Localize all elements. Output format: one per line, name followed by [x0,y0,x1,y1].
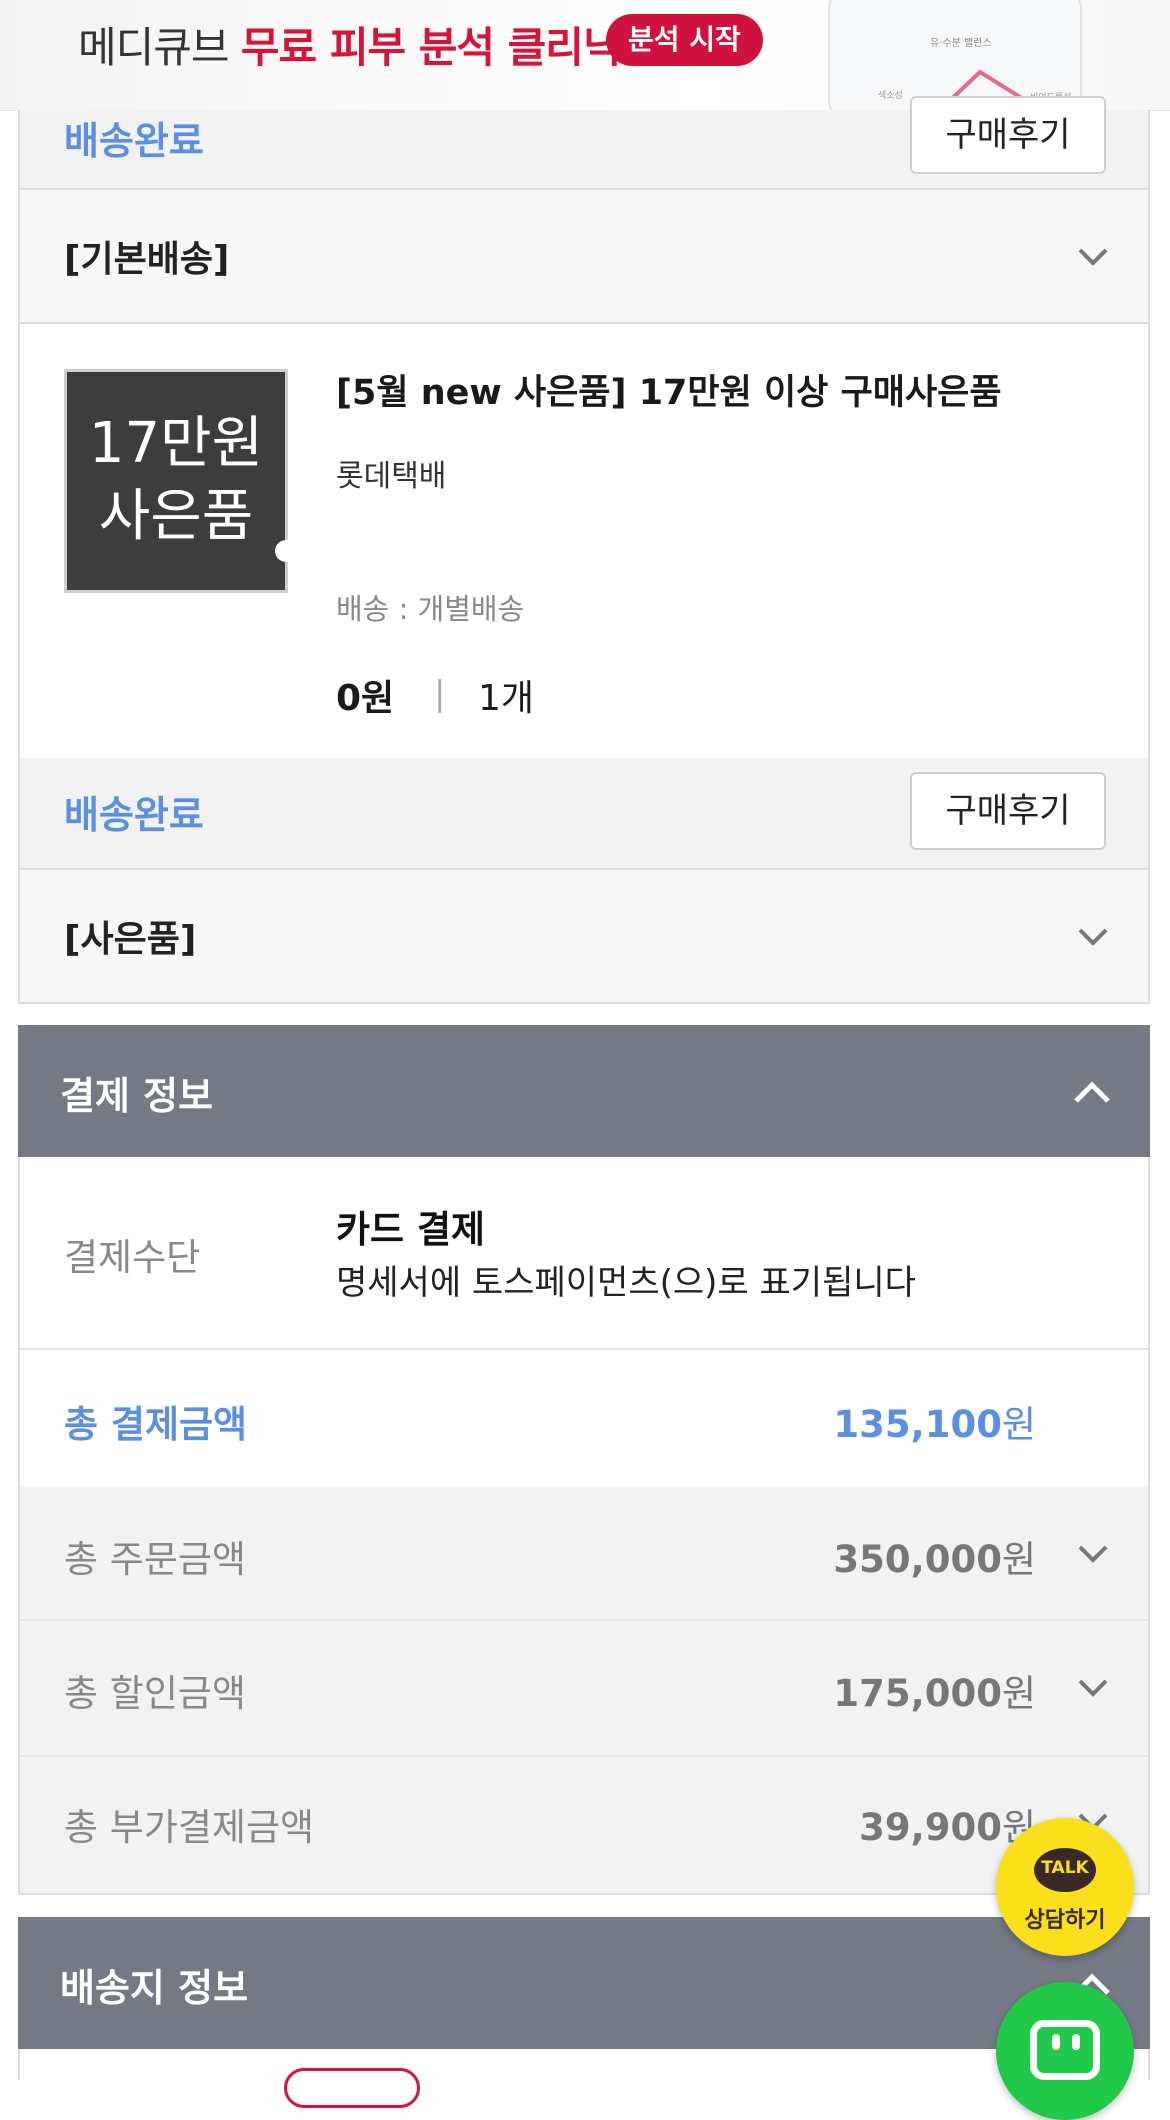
shipping-address-section-header[interactable]: 배송지 정보 [18,1917,1150,2049]
thumb-line1: 17만원 [88,411,264,477]
shipping-group-title: [기본배송] [64,239,230,280]
address-tag [284,2068,420,2108]
kakao-talk-consult-button[interactable]: TALK 상담하기 [996,1818,1134,1956]
discount-amount-label: 총 할인금액 [64,1672,246,1715]
gift-group-title: [사은품] [64,919,197,960]
banner-preview-left: 색소성 [878,91,903,101]
review-button[interactable]: 구매후기 [910,96,1106,174]
total-payment-value: 135,100 [833,1403,1002,1446]
chevron-down-icon[interactable] [1076,1671,1110,1705]
kakao-consult-label: 상담하기 [1024,1908,1106,1933]
delivery-status: 배송완료 [64,119,204,163]
order-amount-row[interactable]: 총 주문금액 350,000원 [20,1487,1148,1621]
kakao-talk-text: TALK [1041,1858,1089,1878]
extra-payment-row[interactable]: 총 부가결제금액 39,900원 [20,1757,1148,1893]
payment-section-header[interactable]: 결제 정보 [18,1025,1150,1157]
payment-method-row: 결제수단 카드 결제 명세서에 토스페이먼츠(으)로 표기됩니다 [20,1157,1148,1350]
review-button[interactable]: 구매후기 [910,772,1106,850]
product-price: 0원 [336,678,395,719]
chevron-down-icon[interactable] [1076,920,1110,954]
shipping-address-title: 배송지 정보 [60,1966,249,2010]
product-thumbnail[interactable]: 17만원 사은품 [64,369,297,593]
shipping-method: 배송 : 개별배송 [336,592,525,626]
shipping-group-gift[interactable]: [사은품] [18,868,1150,1004]
order-amount-value: 350,000 [833,1538,1002,1581]
product-quantity: 1개 [478,678,535,719]
banner-headline: 무료 피부 분석 클리닉 [240,23,622,72]
delivery-status: 배송완료 [64,793,204,837]
chat-icon-eye [1072,2034,1080,2050]
courier-name: 롯데택배 [336,459,447,494]
chat-icon-eye [1052,2034,1060,2050]
chevron-down-icon[interactable] [1076,1537,1110,1571]
payment-method-value: 카드 결제 [336,1208,486,1251]
item-status-row: 배송완료 구매후기 [18,758,1150,868]
extra-payment-label: 총 부가결제금액 [64,1806,315,1849]
order-item: 17만원 사은품 [5월 new 사은품] 17만원 이상 구매사은품 롯데택배… [18,322,1150,758]
thumb-line2: 사은품 [98,484,254,549]
chevron-down-icon[interactable] [1076,240,1110,274]
discount-amount-row[interactable]: 총 할인금액 175,000원 [20,1621,1148,1757]
shipping-address-body [18,2049,1150,2080]
chat-icon [1030,2020,1100,2080]
banner-brand: 메디큐브 [78,23,230,72]
banner-cta-button[interactable]: 분석 시작 [606,14,763,66]
discount-amount-currency: 원 [1001,1672,1036,1715]
product-name[interactable]: [5월 new 사은품] 17만원 이상 구매사은품 [336,364,1002,415]
banner-phone-illustration: 유·수분 밸런스 색소성 비여드름성 [828,0,1082,110]
banner-preview-caption: 유·수분 밸런스 [930,38,992,49]
banner-text: 메디큐브 무료 피부 분석 클리닉 [78,14,622,75]
gift-group-header[interactable]: [사은품] [20,868,1148,1002]
order-amount-currency: 원 [1001,1538,1036,1581]
chevron-up-icon[interactable] [1072,1073,1112,1113]
prev-item-status-row: 배송완료 구매후기 [18,96,1150,188]
total-payment-currency: 원 [1001,1403,1036,1446]
payment-section-title: 결제 정보 [60,1074,214,1118]
extra-payment-value: 39,900 [859,1806,1002,1849]
total-payment-label: 총 결제금액 [64,1403,248,1446]
order-amount-label: 총 주문금액 [64,1538,246,1581]
payment-method-note: 명세서에 토스페이먼츠(으)로 표기됩니다 [336,1263,916,1303]
ad-banner[interactable]: 메디큐브 무료 피부 분석 클리닉 분석 시작 유·수분 밸런스 색소성 비여드… [0,0,1170,111]
shipping-group-header[interactable]: [기본배송] [20,188,1148,324]
chat-bot-button[interactable] [996,1982,1134,2120]
payment-method-label: 결제수단 [64,1236,201,1279]
total-payment-row: 총 결제금액 135,100원 [20,1350,1148,1487]
payment-section-body: 결제수단 카드 결제 명세서에 토스페이먼츠(으)로 표기됩니다 총 결제금액 … [18,1157,1150,1895]
discount-amount-value: 175,000 [833,1672,1002,1715]
price-qty-separator: | [434,674,446,714]
shipping-group-basic[interactable]: [기본배송] [18,188,1150,324]
